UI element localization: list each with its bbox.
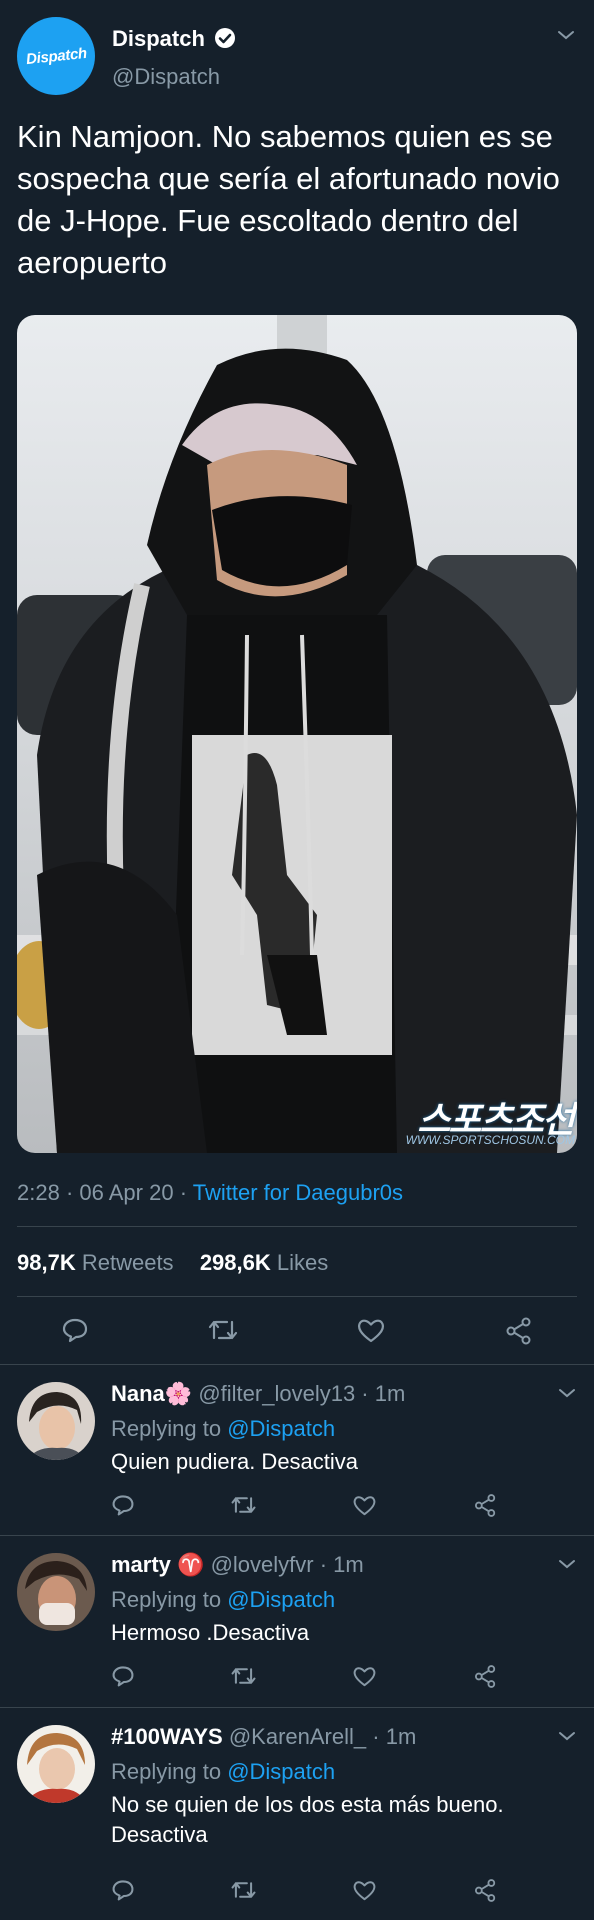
divider xyxy=(17,1296,577,1297)
like-icon[interactable] xyxy=(352,1493,377,1517)
share-icon[interactable] xyxy=(504,1316,534,1346)
divider xyxy=(17,1226,577,1227)
reply-avatar[interactable] xyxy=(17,1382,95,1460)
replying-mention-link[interactable]: @Dispatch xyxy=(227,1416,335,1441)
verified-icon xyxy=(214,27,236,49)
tweet-stats: 98,7K Retweets 298,6K Likes xyxy=(17,1250,328,1276)
tweet-client-link[interactable]: Twitter for Daegubr0s xyxy=(193,1180,403,1205)
chevron-down-icon[interactable] xyxy=(558,1558,576,1570)
reply-time: 1m xyxy=(333,1552,364,1577)
tweet-meta: 2:28 · 06 Apr 20 · Twitter for Daegubr0s xyxy=(17,1180,404,1205)
tweet-time: 2:28 xyxy=(17,1180,60,1205)
share-icon[interactable] xyxy=(473,1493,498,1518)
reply-author-name[interactable]: marty ♈ xyxy=(111,1552,204,1577)
tweet-photo[interactable]: 스포츠조선 WWW.SPORTSCHOSUN.COM xyxy=(17,315,577,1153)
replying-label: Replying to xyxy=(111,1587,222,1612)
reply-author-handle[interactable]: @filter_lovely13 xyxy=(198,1381,355,1406)
avatar-logo-text: Dispatch xyxy=(24,44,88,68)
reply-author-name[interactable]: #100WAYS xyxy=(111,1724,223,1749)
reply-header: Nana🌸 @filter_lovely13 · 1m xyxy=(111,1381,406,1406)
retweet-icon[interactable] xyxy=(230,1878,257,1902)
tweet-date: 06 Apr 20 xyxy=(79,1180,174,1205)
retweets-stat[interactable]: 98,7K Retweets xyxy=(17,1250,174,1275)
retweets-count: 98,7K xyxy=(17,1250,76,1275)
chevron-down-icon[interactable] xyxy=(558,1387,576,1399)
replying-to: Replying to @Dispatch xyxy=(111,1587,335,1613)
reply-text: Quien pudiera. Desactiva xyxy=(111,1449,359,1474)
like-icon[interactable] xyxy=(352,1878,377,1902)
reply-time: 1m xyxy=(385,1724,417,1749)
reply-icon[interactable] xyxy=(61,1316,89,1344)
reply-icon[interactable] xyxy=(111,1878,135,1902)
reply-author-name[interactable]: Nana🌸 xyxy=(111,1381,192,1406)
reply-author-handle[interactable]: @lovelyfvr xyxy=(211,1552,314,1577)
replying-label: Replying to xyxy=(111,1416,222,1441)
reply-time: 1m xyxy=(374,1381,406,1406)
likes-count: 298,6K xyxy=(199,1250,271,1275)
replying-to: Replying to @Dispatch xyxy=(111,1416,335,1442)
reply-icon[interactable] xyxy=(111,1493,135,1517)
photo-watermark-url: WWW.SPORTSCHOSUN.COM xyxy=(405,1133,575,1147)
reply-text: No se quien de los dos esta más bueno. D… xyxy=(111,1792,504,1847)
share-icon[interactable] xyxy=(473,1664,498,1689)
retweet-icon[interactable] xyxy=(230,1664,257,1688)
reply-author-handle[interactable]: @KarenArell_ xyxy=(229,1724,366,1749)
chevron-down-icon[interactable] xyxy=(558,1730,576,1742)
like-icon[interactable] xyxy=(352,1664,377,1688)
reply-tweet[interactable]: marty ♈ @lovelyfvr · 1m Replying to @Dis… xyxy=(0,1536,594,1706)
retweets-label: Retweets xyxy=(81,1250,174,1275)
likes-label: Likes xyxy=(276,1250,329,1275)
reply-tweet[interactable]: #100WAYS @KarenArell_ · 1m Replying to @… xyxy=(0,1708,594,1920)
tweet-text: Kin Namjoon. No sabemos quien es se sosp… xyxy=(17,119,560,280)
like-icon[interactable] xyxy=(356,1316,386,1344)
author-name[interactable]: Dispatch xyxy=(112,26,205,52)
chevron-down-icon[interactable] xyxy=(556,28,576,42)
reply-tweet[interactable]: Nana🌸 @filter_lovely13 · 1m Replying to … xyxy=(0,1365,594,1535)
replying-mention-link[interactable]: @Dispatch xyxy=(227,1587,335,1612)
retweet-icon[interactable] xyxy=(207,1316,239,1344)
retweet-icon[interactable] xyxy=(230,1493,257,1517)
replying-to: Replying to @Dispatch xyxy=(111,1759,335,1785)
reply-header: #100WAYS @KarenArell_ · 1m xyxy=(111,1724,417,1749)
reply-avatar[interactable] xyxy=(17,1553,95,1631)
share-icon[interactable] xyxy=(473,1878,498,1903)
replying-label: Replying to xyxy=(111,1759,222,1784)
author-avatar[interactable]: Dispatch xyxy=(17,17,95,95)
author-handle[interactable]: @Dispatch xyxy=(112,64,220,90)
reply-icon[interactable] xyxy=(111,1664,135,1688)
replying-mention-link[interactable]: @Dispatch xyxy=(227,1759,335,1784)
reply-avatar[interactable] xyxy=(17,1725,95,1803)
reply-header: marty ♈ @lovelyfvr · 1m xyxy=(111,1552,364,1577)
likes-stat[interactable]: 298,6K Likes xyxy=(200,1250,328,1275)
reply-text: Hermoso .Desactiva xyxy=(111,1620,310,1645)
